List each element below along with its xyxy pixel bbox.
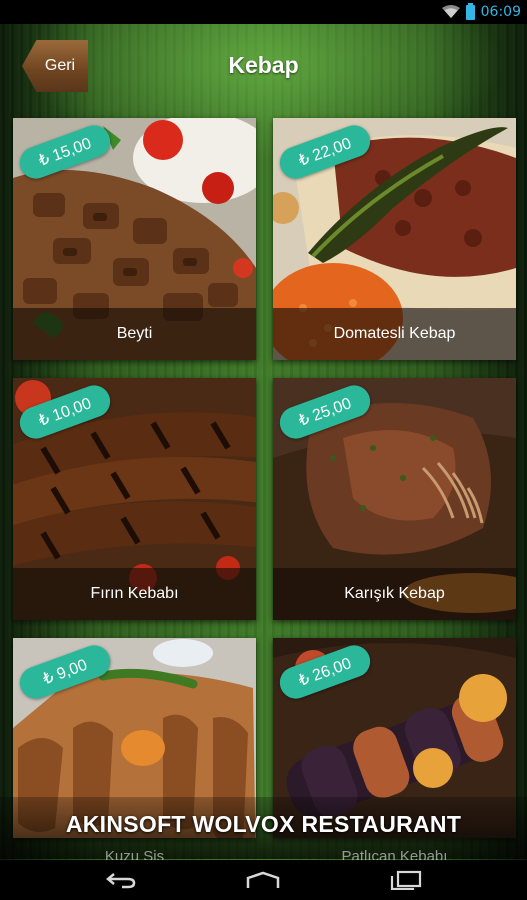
battery-icon xyxy=(465,2,475,20)
nav-home-button[interactable] xyxy=(233,866,293,894)
nav-recent-apps-button[interactable] xyxy=(376,866,436,894)
wifi-icon xyxy=(441,5,460,18)
home-icon xyxy=(246,871,280,888)
back-icon xyxy=(106,873,136,889)
recent-apps-icon xyxy=(390,870,422,890)
status-time: 06:09 xyxy=(480,4,521,20)
menu-item-card[interactable]: ₺ 15,00 Beyti xyxy=(13,118,256,360)
footer-title: AKINSOFT WOLVOX RESTAURANT xyxy=(65,811,462,837)
item-name: Domatesli Kebap xyxy=(273,308,516,360)
item-name: Fırın Kebabı xyxy=(13,568,256,620)
item-name: Beyti xyxy=(13,308,256,360)
header: Geri Kebap xyxy=(0,24,527,114)
menu-item-card[interactable]: ₺ 10,00 Fırın Kebabı xyxy=(13,378,256,620)
menu-item-card[interactable]: ₺ 22,00 Domatesli Kebap xyxy=(273,118,516,360)
item-name: Karışık Kebap xyxy=(273,568,516,620)
status-bar: 06:09 xyxy=(0,0,527,24)
page-title: Kebap xyxy=(228,52,299,78)
navigation-bar xyxy=(0,860,527,900)
menu-item-card[interactable]: ₺ 25,00 Karışık Kebap xyxy=(273,378,516,620)
nav-back-button[interactable] xyxy=(92,866,152,894)
